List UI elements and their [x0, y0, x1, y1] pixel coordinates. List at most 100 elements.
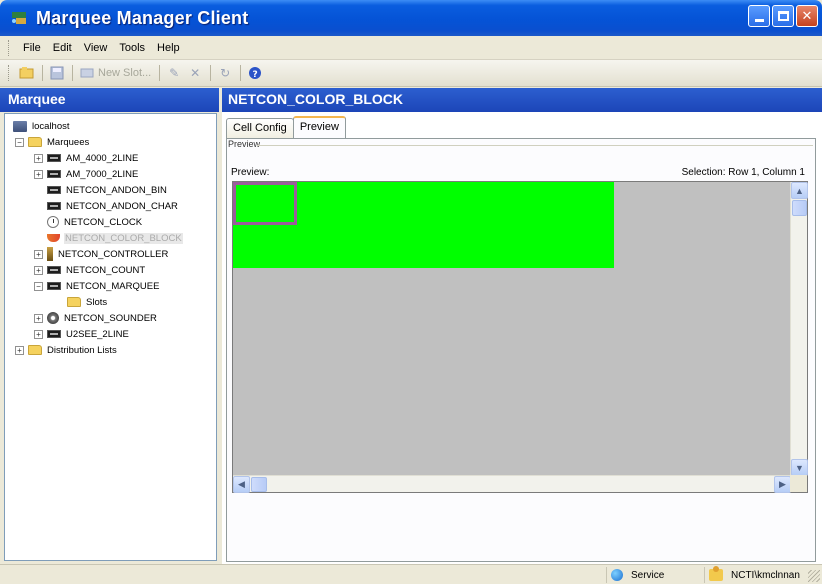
title-bar[interactable]: Marquee Manager Client ✕: [0, 0, 822, 36]
service-icon: [611, 569, 623, 581]
scroll-right-icon[interactable]: ▶: [774, 476, 791, 493]
horizontal-scrollbar[interactable]: ◀ ▶: [233, 475, 791, 493]
preview-canvas[interactable]: ▲ ▼ ◀ ▶: [232, 181, 808, 493]
help-icon[interactable]: ?: [245, 63, 265, 83]
sign-icon: [47, 186, 61, 194]
menu-bar: File Edit View Tools Help: [0, 36, 822, 60]
preview-group-title: Preview: [228, 139, 261, 149]
collapse-toggle[interactable]: −: [34, 281, 43, 291]
sign-icon: [47, 330, 61, 338]
sign-icon: [47, 282, 61, 290]
menu-file[interactable]: File: [17, 40, 47, 56]
tree-item-label: NETCON_CLOCK: [64, 216, 143, 228]
preview-label: Preview:: [231, 167, 270, 178]
tree-item-netcon-andon-bin[interactable]: NETCON_ANDON_BIN: [47, 182, 168, 198]
toolbar-separator: [72, 65, 73, 81]
toolbar-grip[interactable]: [8, 65, 11, 81]
tree-item-am-7000-2line[interactable]: + AM_7000_2LINE: [34, 166, 139, 182]
sign-icon: [47, 154, 61, 162]
tree-item-label: AM_4000_2LINE: [66, 152, 139, 164]
user-status-text: NCTI\kmclnnan: [731, 569, 800, 581]
menu-edit[interactable]: Edit: [47, 40, 78, 56]
expand-toggle[interactable]: +: [34, 329, 43, 339]
edit-icon[interactable]: ✎: [164, 63, 184, 83]
refresh-icon[interactable]: ↻: [215, 63, 235, 83]
menu-grip[interactable]: [8, 39, 11, 56]
vertical-scroll-thumb[interactable]: [792, 200, 807, 216]
sign-icon: [47, 170, 61, 178]
tab-cell-config[interactable]: Cell Config: [226, 118, 294, 138]
tree-item-netcon-clock[interactable]: NETCON_CLOCK: [47, 214, 143, 230]
vertical-scrollbar[interactable]: ▲ ▼: [790, 182, 808, 476]
open-icon[interactable]: [17, 63, 37, 83]
new-slot-button[interactable]: New Slot...: [98, 67, 151, 79]
tree-item-netcon-count[interactable]: + NETCON_COUNT: [34, 262, 146, 278]
selection-label: Selection: Row 1, Column 1: [681, 167, 805, 178]
tree-item-label: NETCON_ANDON_CHAR: [66, 200, 178, 212]
service-status-text: Service: [631, 569, 665, 581]
detail-panel-header: NETCON_COLOR_BLOCK: [222, 88, 822, 112]
scroll-up-icon[interactable]: ▲: [791, 182, 808, 199]
tree-item-distribution-lists[interactable]: + Distribution Lists: [15, 342, 118, 358]
new-slot-icon[interactable]: [77, 63, 97, 83]
tree-item-label: AM_7000_2LINE: [66, 168, 139, 180]
tree-item-netcon-andon-char[interactable]: NETCON_ANDON_CHAR: [47, 198, 179, 214]
save-icon[interactable]: [47, 63, 67, 83]
tree-item-am-4000-2line[interactable]: + AM_4000_2LINE: [34, 150, 139, 166]
maximize-button[interactable]: [772, 5, 794, 27]
menu-tools[interactable]: Tools: [113, 40, 151, 56]
tree-item-netcon-controller[interactable]: + NETCON_CONTROLLER: [34, 246, 169, 262]
tree-item-label: Slots: [86, 296, 108, 308]
window-title: Marquee Manager Client: [36, 7, 249, 28]
toolbar-separator: [42, 65, 43, 81]
sounder-icon: [47, 312, 59, 324]
tab-preview[interactable]: Preview: [292, 116, 346, 138]
marquee-tree[interactable]: localhost − Marquees + AM_4000_2LINE + A…: [4, 113, 217, 561]
expand-toggle[interactable]: +: [15, 345, 24, 355]
sign-icon: [47, 266, 61, 274]
scroll-corner: [790, 475, 807, 492]
tree-item-label: NETCON_SOUNDER: [64, 312, 157, 324]
controller-icon: [47, 247, 53, 261]
menu-help[interactable]: Help: [151, 40, 186, 56]
horizontal-scroll-thumb[interactable]: [251, 477, 267, 492]
collapse-toggle[interactable]: −: [15, 137, 24, 147]
delete-icon[interactable]: ✕: [185, 63, 205, 83]
tree-item-label: localhost: [32, 120, 70, 132]
expand-toggle[interactable]: +: [34, 169, 43, 179]
menu-view[interactable]: View: [78, 40, 114, 56]
folder-icon: [28, 345, 42, 355]
tree-item-label: Distribution Lists: [47, 344, 117, 356]
scroll-down-icon[interactable]: ▼: [791, 459, 808, 476]
tree-item-label: NETCON_COLOR_BLOCK: [64, 232, 183, 244]
svg-text:?: ?: [253, 70, 258, 80]
selected-cell[interactable]: [233, 182, 297, 225]
detail-panel: Cell Config Preview Preview Preview: Sel…: [222, 112, 822, 564]
app-icon: [10, 8, 30, 28]
status-user: NCTI\kmclnnan: [704, 566, 808, 583]
folder-icon: [28, 137, 42, 147]
server-icon: [13, 120, 27, 132]
expand-toggle[interactable]: +: [34, 249, 43, 259]
user-icon: [709, 566, 723, 581]
tree-item-label: NETCON_CONTROLLER: [58, 248, 169, 260]
resize-grip[interactable]: [808, 570, 820, 582]
tree-item-u2see-2line[interactable]: + U2SEE_2LINE: [34, 326, 130, 342]
tree-item-netcon-color-block[interactable]: NETCON_COLOR_BLOCK: [47, 230, 183, 246]
expand-toggle[interactable]: +: [34, 265, 43, 275]
folder-icon: [67, 297, 81, 307]
tree-item-localhost[interactable]: localhost: [13, 118, 71, 134]
tab-strip: Cell Config Preview: [226, 116, 346, 138]
minimize-button[interactable]: [748, 5, 770, 27]
tree-item-netcon-marquee[interactable]: − NETCON_MARQUEE: [34, 278, 160, 294]
expand-toggle[interactable]: +: [34, 153, 43, 163]
tree-item-label: NETCON_COUNT: [66, 264, 146, 276]
close-button[interactable]: ✕: [796, 5, 818, 27]
tree-item-label: U2SEE_2LINE: [66, 328, 129, 340]
expand-toggle[interactable]: +: [34, 313, 43, 323]
tree-item-marquees[interactable]: − Marquees: [15, 134, 90, 150]
tree-item-slots[interactable]: Slots: [67, 294, 108, 310]
scroll-left-icon[interactable]: ◀: [233, 476, 250, 493]
tree-item-netcon-sounder[interactable]: + NETCON_SOUNDER: [34, 310, 158, 326]
tree-item-label: NETCON_ANDON_BIN: [66, 184, 167, 196]
